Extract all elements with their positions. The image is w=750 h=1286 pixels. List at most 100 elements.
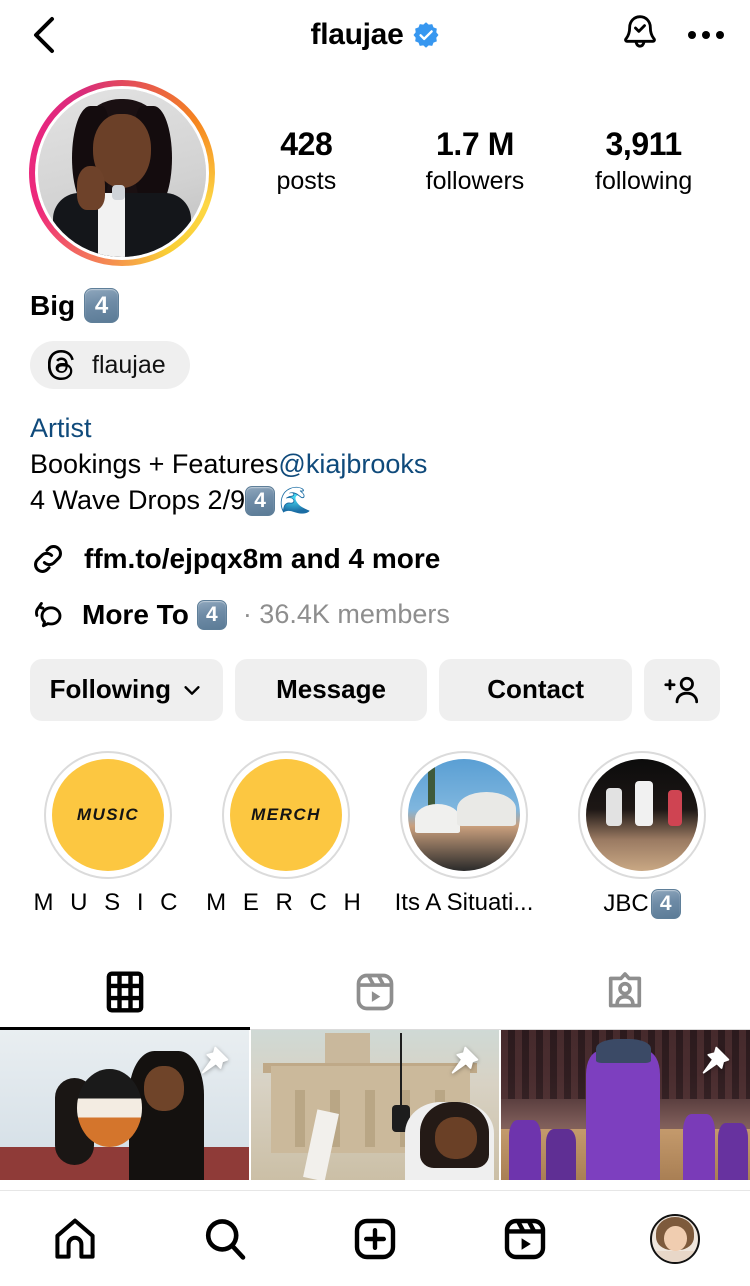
bio-link-row[interactable]: ffm.to/ejpqx8m and 4 more: [30, 541, 720, 577]
tab-reels[interactable]: [250, 955, 500, 1029]
display-name: Big: [30, 289, 76, 321]
stats-row: 428 posts 1.7 M followers 3,911 followin…: [222, 80, 728, 197]
story-highlights: MUSIC M U S I C MERCH M E R C H Its A Si…: [0, 721, 750, 919]
broadcast-channel-name[interactable]: More To 4: [82, 599, 227, 631]
message-button[interactable]: Message: [234, 658, 428, 721]
pinned-post-icon: [201, 1046, 228, 1074]
add-person-icon: [664, 676, 699, 704]
bottom-navigation: [0, 1190, 750, 1286]
stat-label: posts: [276, 166, 337, 195]
highlight-label: M E R C H: [206, 888, 366, 916]
cover-art-shape: [635, 781, 654, 826]
highlight-label: Its A Situati...: [394, 888, 534, 916]
nav-reels[interactable]: [480, 1204, 570, 1274]
avatar[interactable]: [38, 89, 206, 257]
cover-art-shape: [414, 803, 460, 833]
avatar-art: [111, 184, 126, 200]
tab-tagged[interactable]: [500, 955, 750, 1029]
story-ring[interactable]: [29, 80, 215, 266]
cover-art-shape: [606, 787, 622, 826]
thumb-art: [399, 1032, 402, 1111]
threads-handle: flaujae: [92, 350, 166, 379]
highlight-cover: MERCH: [230, 758, 342, 871]
keycap-four-emoji: 4: [650, 888, 681, 919]
thumb-art: [365, 1089, 375, 1147]
threads-badge[interactable]: flaujae: [30, 341, 190, 389]
chevron-left-icon: [34, 17, 54, 53]
page-title: flaujae: [310, 18, 404, 51]
tab-grid[interactable]: [0, 955, 250, 1030]
bio-text: Artist Bookings + Features @kiajbrooks 4…: [30, 411, 720, 519]
grid-post[interactable]: [501, 1029, 750, 1180]
highlight-cover: [586, 758, 698, 871]
thumb-art: [144, 1065, 184, 1111]
nav-create[interactable]: [330, 1204, 420, 1274]
grid-post[interactable]: [250, 1029, 500, 1180]
stat-following[interactable]: 3,911 following: [584, 126, 704, 197]
post-grid: [0, 1029, 750, 1180]
highlight-ring: MUSIC: [44, 750, 172, 879]
following-button[interactable]: Following: [30, 658, 223, 721]
search-icon: [205, 1218, 246, 1260]
nav-search[interactable]: [180, 1204, 270, 1274]
profile-action-buttons: Following Message Contact: [0, 633, 750, 721]
highlight-ring: MERCH: [222, 750, 350, 879]
notifications-button[interactable]: [620, 13, 660, 57]
thumb-art: [682, 1113, 716, 1180]
chevron-down-icon: [184, 685, 200, 695]
avatar-container[interactable]: [22, 80, 222, 266]
profile-summary-row: 428 posts 1.7 M followers 3,911 followin…: [0, 70, 750, 266]
channel-label: More To: [82, 598, 189, 630]
reels-icon: [356, 973, 394, 1011]
content-tabs: [0, 955, 750, 1030]
nav-profile[interactable]: [630, 1204, 720, 1274]
broadcast-channel-row[interactable]: More To 4 · 36.4K members: [30, 597, 720, 633]
nav-home[interactable]: [30, 1204, 120, 1274]
highlight-merch[interactable]: MERCH M E R C H: [200, 750, 372, 919]
bio-line-text: 4 Wave Drops 2/9: [30, 484, 246, 515]
wave-emoji: 🌊: [279, 485, 312, 516]
keycap-four-emoji: 4: [84, 288, 120, 323]
stat-followers[interactable]: 1.7 M followers: [415, 126, 535, 197]
bio-link[interactable]: ffm.to/ejpqx8m and 4 more: [84, 543, 440, 575]
thumb-art: [595, 1038, 651, 1063]
dot: [688, 31, 696, 39]
highlight-label: M U S I C: [33, 888, 183, 916]
link-icon: [34, 544, 62, 573]
dot: [702, 31, 710, 39]
highlight-jbc[interactable]: JBC 4: [556, 750, 728, 919]
following-button-label: Following: [49, 674, 171, 705]
reels-icon: [504, 1218, 546, 1259]
threads-icon: [48, 350, 74, 380]
highlight-its-a-situation[interactable]: Its A Situati...: [378, 750, 550, 919]
bio-line-bookings: Bookings + Features @kiajbrooks: [30, 447, 720, 483]
dot: [716, 31, 724, 39]
thumb-art: [546, 1128, 576, 1180]
stat-value: 3,911: [605, 126, 682, 162]
thumb-art: [508, 1119, 542, 1180]
message-button-label: Message: [276, 674, 386, 705]
top-header: flaujae: [0, 0, 750, 70]
more-options-button[interactable]: [684, 31, 728, 39]
contact-button-label: Contact: [487, 674, 585, 705]
stat-posts[interactable]: 428 posts: [246, 126, 366, 197]
highlight-cover-word: MUSIC: [76, 804, 140, 824]
back-button[interactable]: [22, 13, 66, 57]
pinned-post-icon: [702, 1046, 730, 1074]
instagram-profile-screen: flaujae 428 posts 1.7 M followers 3,911 …: [0, 0, 750, 1286]
highlight-label: JBC 4: [603, 888, 681, 919]
highlight-music[interactable]: MUSIC M U S I C: [22, 750, 194, 919]
bio-mention[interactable]: @kiajbrooks: [278, 447, 427, 483]
verified-badge-icon: [413, 22, 439, 48]
grid-post[interactable]: [0, 1029, 249, 1180]
header-actions: [620, 13, 728, 57]
highlight-cover: MUSIC: [52, 758, 164, 871]
profile-avatar[interactable]: [650, 1213, 700, 1264]
avatar-art: [652, 1251, 698, 1262]
pinned-post-icon: [452, 1046, 479, 1074]
keycap-four-emoji: 4: [196, 599, 227, 630]
add-person-button[interactable]: [644, 658, 721, 721]
contact-button[interactable]: Contact: [439, 658, 633, 721]
profile-category: Artist: [30, 413, 92, 443]
stat-label: followers: [425, 166, 525, 195]
